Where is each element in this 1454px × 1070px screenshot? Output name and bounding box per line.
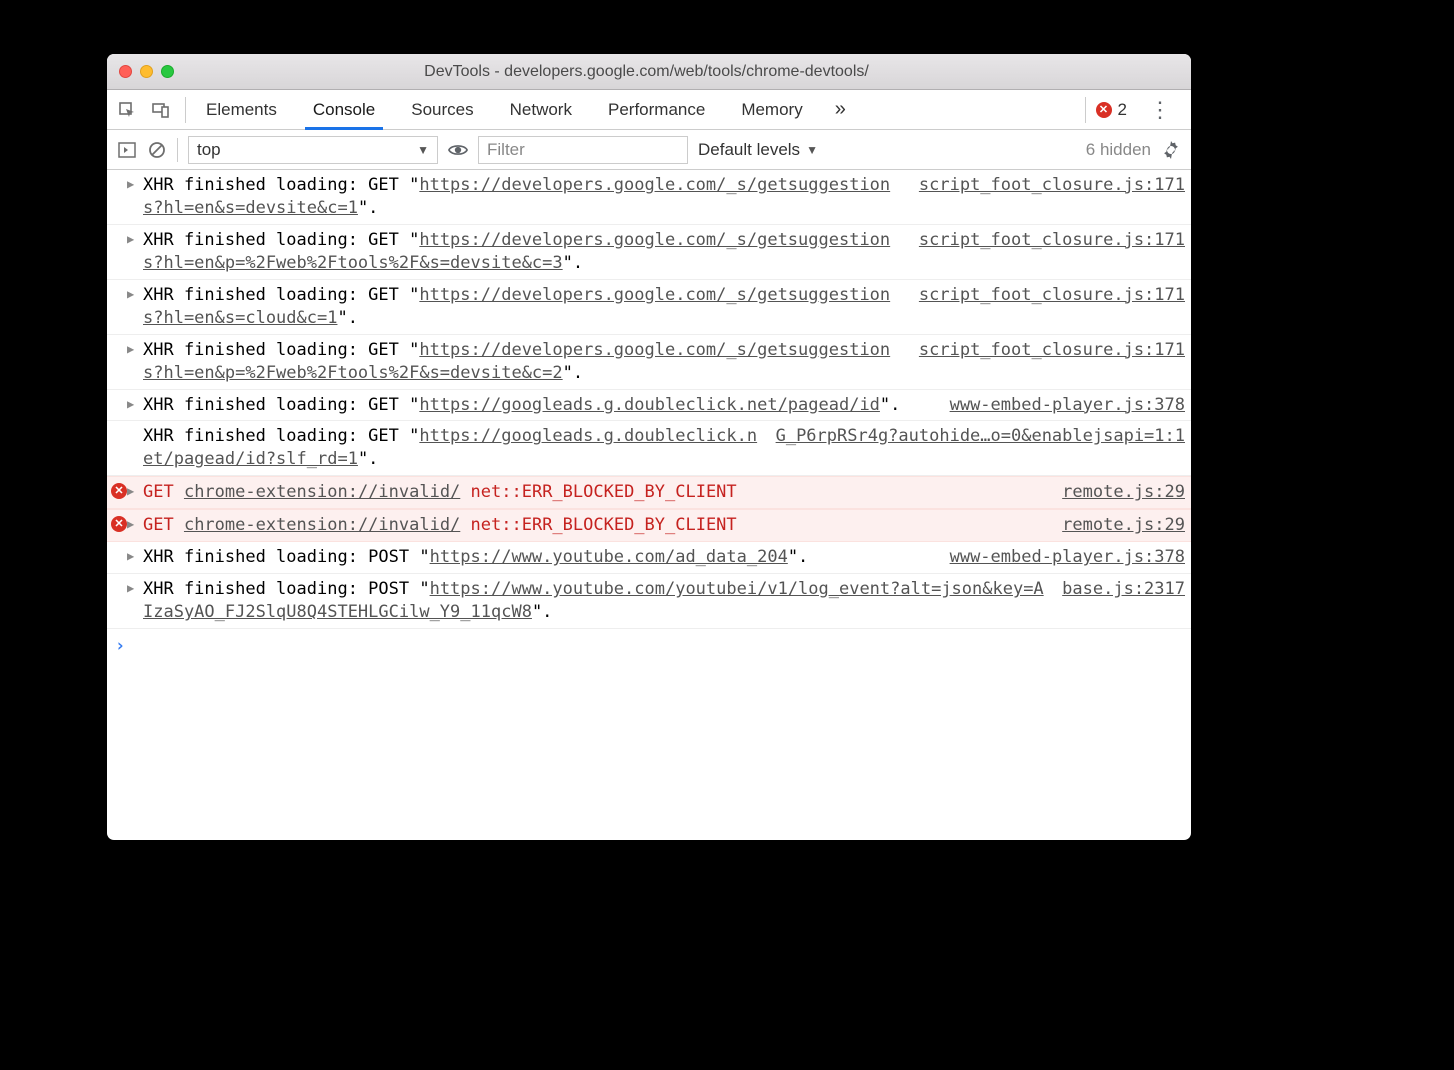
divider	[177, 138, 178, 162]
tab-icons	[117, 97, 186, 123]
window-title: DevTools - developers.google.com/web/too…	[174, 63, 1179, 81]
console-row[interactable]: ▶XHR finished loading: GET "https://goog…	[107, 421, 1191, 476]
console-row[interactable]: ✕▶ GET chrome-extension://invalid/ net::E…	[107, 509, 1191, 542]
context-select[interactable]: top ▼	[188, 136, 438, 164]
console-row[interactable]: ▶ XHR finished loading: GET "https://deve…	[107, 225, 1191, 280]
inspect-icon[interactable]	[117, 100, 137, 120]
titlebar: DevTools - developers.google.com/web/too…	[107, 54, 1191, 90]
url-link[interactable]: https://googleads.g.doubleclick.net/page…	[143, 426, 757, 469]
log-message: XHR finished loading: GET "https://devel…	[143, 229, 919, 275]
traffic-lights	[119, 65, 174, 78]
source-link[interactable]: G_P6rpRSr4g?autohide…o=0&enablejsapi=1:1	[776, 425, 1185, 448]
context-label: top	[197, 140, 221, 160]
console-row[interactable]: ▶ XHR finished loading: POST "https://www…	[107, 574, 1191, 629]
error-message: net::ERR_BLOCKED_BY_CLIENT	[471, 515, 737, 535]
disclosure-icon[interactable]: ▶	[127, 396, 134, 412]
url-link[interactable]: chrome-extension://invalid/	[184, 515, 460, 535]
tabs-overflow[interactable]: »	[821, 90, 860, 130]
console-log-list[interactable]: ▶ XHR finished loading: GET "https://deve…	[107, 170, 1191, 840]
tab-network[interactable]: Network	[492, 90, 590, 130]
close-window-button[interactable]	[119, 65, 132, 78]
disclosure-icon[interactable]: ▶	[127, 548, 134, 564]
error-count: 2	[1118, 100, 1127, 120]
log-message: GET chrome-extension://invalid/ net::ERR…	[143, 481, 1062, 504]
tab-elements[interactable]: Elements	[188, 90, 295, 130]
log-message: XHR finished loading: POST "https://www.…	[143, 578, 1062, 624]
device-toggle-icon[interactable]	[151, 100, 171, 120]
log-message: XHR finished loading: GET "https://googl…	[143, 425, 776, 471]
hidden-count: 6 hidden	[1086, 140, 1151, 160]
url-link[interactable]: https://developers.google.com/_s/getsugg…	[143, 230, 890, 273]
console-row[interactable]: ▶ XHR finished loading: GET "https://deve…	[107, 280, 1191, 335]
source-link[interactable]: script_foot_closure.js:171	[919, 284, 1185, 307]
log-levels-select[interactable]: Default levels ▼	[698, 140, 818, 160]
source-link[interactable]: base.js:2317	[1062, 578, 1185, 601]
disclosure-icon[interactable]: ▶	[127, 516, 134, 532]
console-prompt[interactable]: ›	[107, 629, 1191, 664]
filter-input[interactable]	[478, 136, 688, 164]
url-link[interactable]: https://developers.google.com/_s/getsugg…	[143, 175, 890, 218]
log-message: XHR finished loading: GET "https://devel…	[143, 174, 919, 220]
log-message: XHR finished loading: GET "https://googl…	[143, 394, 950, 417]
console-row[interactable]: ▶ XHR finished loading: GET "https://deve…	[107, 335, 1191, 390]
tab-sources[interactable]: Sources	[393, 90, 491, 130]
source-link[interactable]: www-embed-player.js:378	[950, 394, 1185, 417]
log-message: XHR finished loading: GET "https://devel…	[143, 339, 919, 385]
url-link[interactable]: https://www.youtube.com/youtubei/v1/log_…	[143, 579, 1044, 622]
disclosure-icon[interactable]: ▶	[127, 483, 134, 499]
source-link[interactable]: remote.js:29	[1062, 481, 1185, 504]
url-link[interactable]: https://developers.google.com/_s/getsugg…	[143, 285, 890, 328]
url-link[interactable]: https://developers.google.com/_s/getsugg…	[143, 340, 890, 383]
tab-memory[interactable]: Memory	[723, 90, 820, 130]
disclosure-icon[interactable]: ▶	[127, 231, 134, 247]
levels-label: Default levels	[698, 140, 800, 160]
source-link[interactable]: script_foot_closure.js:171	[919, 174, 1185, 197]
source-link[interactable]: remote.js:29	[1062, 514, 1185, 537]
url-link[interactable]: https://www.youtube.com/ad_data_204	[430, 547, 788, 567]
method-label: GET	[143, 515, 184, 535]
console-row[interactable]: ▶ XHR finished loading: GET "https://deve…	[107, 170, 1191, 225]
source-link[interactable]: script_foot_closure.js:171	[919, 229, 1185, 252]
console-row[interactable]: ▶ XHR finished loading: POST "https://www…	[107, 542, 1191, 574]
minimize-window-button[interactable]	[140, 65, 153, 78]
console-row[interactable]: ▶ XHR finished loading: GET "https://goog…	[107, 390, 1191, 422]
error-icon: ✕	[111, 483, 127, 499]
dropdown-icon: ▼	[806, 143, 818, 157]
clear-console-icon[interactable]	[147, 140, 167, 160]
console-row[interactable]: ✕▶ GET chrome-extension://invalid/ net::E…	[107, 476, 1191, 509]
method-label: GET	[143, 482, 184, 502]
devtools-window: DevTools - developers.google.com/web/too…	[107, 54, 1191, 840]
error-message: net::ERR_BLOCKED_BY_CLIENT	[471, 482, 737, 502]
error-icon: ✕	[111, 516, 127, 532]
tabs-row: Elements Console Sources Network Perform…	[107, 90, 1191, 130]
disclosure-icon[interactable]: ▶	[127, 176, 134, 192]
console-toolbar: top ▼ Default levels ▼ 6 hidden	[107, 130, 1191, 170]
log-message: GET chrome-extension://invalid/ net::ERR…	[143, 514, 1062, 537]
sidebar-toggle-icon[interactable]	[117, 140, 137, 160]
dropdown-icon: ▼	[417, 143, 429, 157]
live-expression-icon[interactable]	[448, 140, 468, 160]
disclosure-icon[interactable]: ▶	[127, 286, 134, 302]
more-menu-icon[interactable]: ⋮	[1139, 97, 1181, 123]
tab-console[interactable]: Console	[295, 90, 393, 130]
error-icon: ✕	[1096, 102, 1112, 118]
source-link[interactable]: www-embed-player.js:378	[950, 546, 1185, 569]
disclosure-icon[interactable]: ▶	[127, 341, 134, 357]
settings-icon[interactable]	[1161, 140, 1181, 160]
log-message: XHR finished loading: POST "https://www.…	[143, 546, 950, 569]
error-badge[interactable]: ✕ 2	[1085, 97, 1137, 123]
panel-tabs: Elements Console Sources Network Perform…	[188, 90, 1083, 130]
tab-performance[interactable]: Performance	[590, 90, 723, 130]
disclosure-icon[interactable]: ▶	[127, 580, 134, 596]
url-link[interactable]: chrome-extension://invalid/	[184, 482, 460, 502]
log-message: XHR finished loading: GET "https://devel…	[143, 284, 919, 330]
source-link[interactable]: script_foot_closure.js:171	[919, 339, 1185, 362]
url-link[interactable]: https://googleads.g.doubleclick.net/page…	[419, 395, 880, 415]
zoom-window-button[interactable]	[161, 65, 174, 78]
